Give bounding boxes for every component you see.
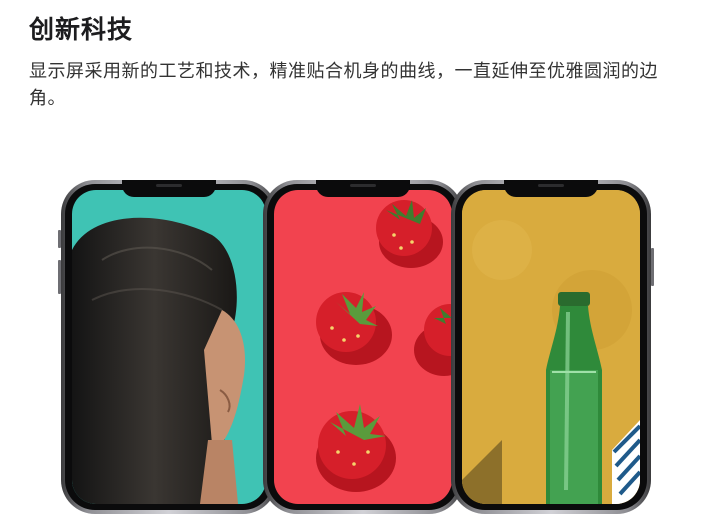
green-bottle-image <box>462 190 640 504</box>
phone-2-notch <box>316 180 410 197</box>
woman-portrait-image <box>72 217 246 504</box>
phone-showcase <box>0 0 710 514</box>
strawberries-image <box>316 200 452 492</box>
phone-3-notch <box>504 180 598 197</box>
phone-1 <box>58 180 277 514</box>
phone-2 <box>263 180 463 514</box>
phone-1-screen <box>72 190 266 504</box>
phone-3-screen <box>462 190 640 504</box>
phone-2-screen <box>274 190 452 504</box>
phone-1-notch <box>122 180 216 197</box>
phone-3 <box>451 180 654 514</box>
